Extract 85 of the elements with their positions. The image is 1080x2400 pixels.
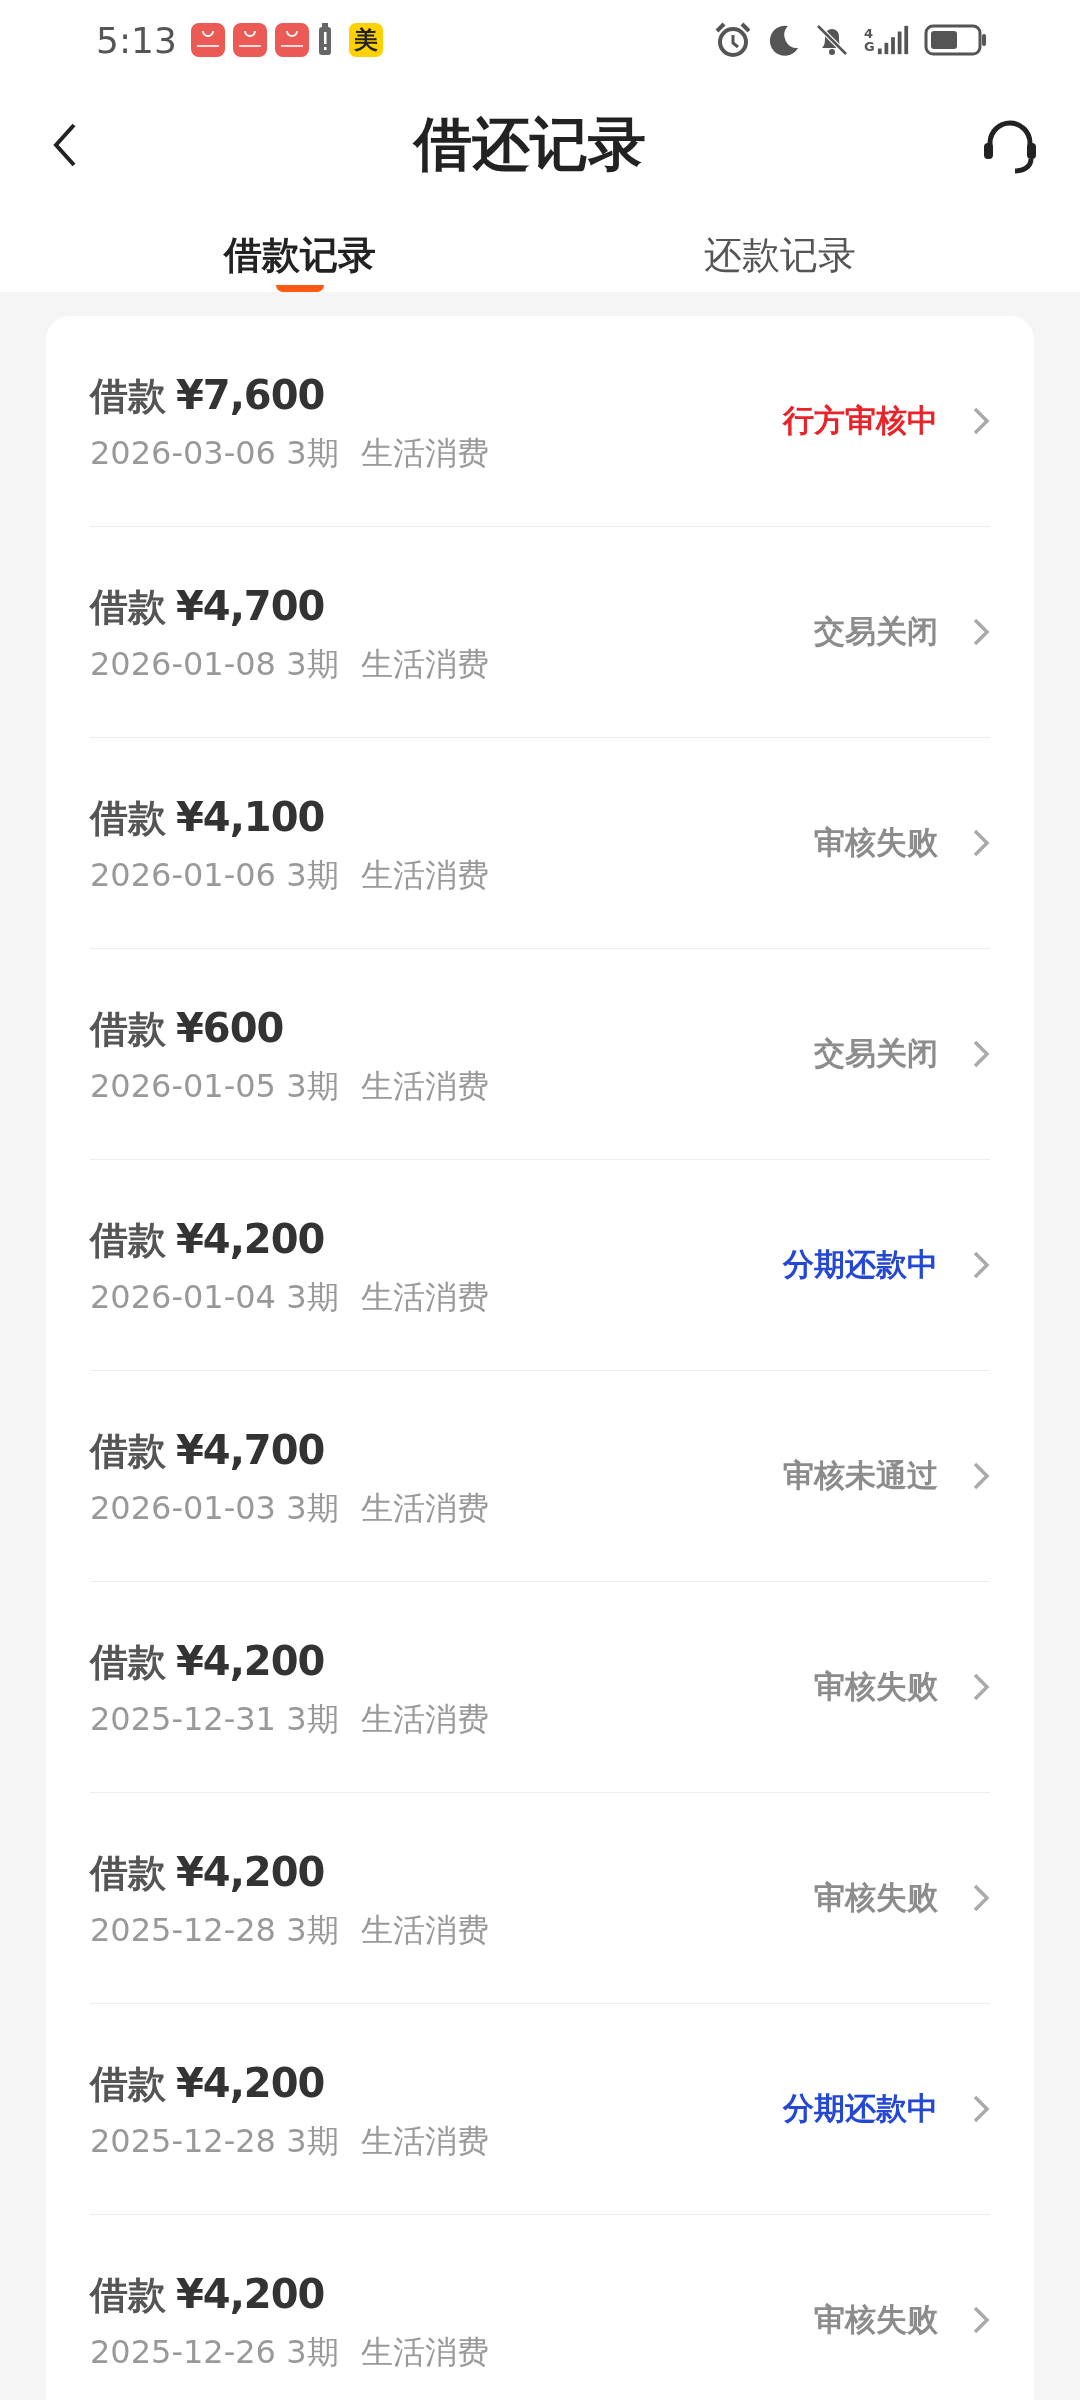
chevron-right-icon <box>972 1039 990 1069</box>
loan-status: 分期还款中 <box>783 2089 938 2128</box>
chevron-right-icon <box>972 1461 990 1491</box>
loan-record-row[interactable]: 借款 ¥4,700 2026-01-08 3期 生活消费 交易关闭 <box>90 527 990 738</box>
loan-purpose: 生活消费 <box>360 1487 489 1529</box>
loan-status: 交易关闭 <box>814 612 938 651</box>
loan-amount: ¥4,700 <box>176 582 325 629</box>
loan-purpose: 生活消费 <box>360 1065 489 1107</box>
alarm-icon <box>714 21 752 59</box>
loan-purpose: 生活消费 <box>360 1276 489 1318</box>
loan-amount: ¥600 <box>176 1004 284 1051</box>
loan-status: 交易关闭 <box>814 1034 938 1073</box>
loan-date-term: 2026-01-04 3期 <box>90 1276 339 1318</box>
battery-alert-icon <box>316 23 333 57</box>
loan-purpose: 生活消费 <box>360 1909 489 1951</box>
loan-record-row[interactable]: 借款 ¥4,100 2026-01-06 3期 生活消费 审核失败 <box>90 738 990 949</box>
network-type: 4G <box>864 27 876 53</box>
loan-label: 借款 <box>90 1216 166 1264</box>
loan-date-term: 2026-01-06 3期 <box>90 854 339 896</box>
loan-record-row[interactable]: 借款 ¥4,200 2025-12-28 3期 生活消费 分期还款中 <box>90 2004 990 2215</box>
shopping-bag-icon <box>232 23 267 57</box>
loan-amount: ¥4,200 <box>176 2270 325 2317</box>
loan-record-row[interactable]: 借款 ¥7,600 2026-03-06 3期 生活消费 行方审核中 <box>90 316 990 527</box>
loan-record-row[interactable]: 借款 ¥4,200 2025-12-26 3期 生活消费 审核失败 <box>90 2215 990 2400</box>
loan-status: 审核失败 <box>814 2300 938 2339</box>
loan-status: 审核失败 <box>814 1878 938 1917</box>
loan-record-row[interactable]: 借款 ¥4,200 2026-01-04 3期 生活消费 分期还款中 <box>90 1160 990 1371</box>
chevron-right-icon <box>972 617 990 647</box>
loan-label: 借款 <box>90 1427 166 1475</box>
loan-amount: ¥4,200 <box>176 1215 325 1262</box>
loan-label: 借款 <box>90 583 166 631</box>
loan-status: 分期还款中 <box>783 1245 938 1284</box>
loan-date-term: 2025-12-28 3期 <box>90 2120 339 2162</box>
tab[interactable]: 还款记录 <box>704 230 856 281</box>
loan-label: 借款 <box>90 794 166 842</box>
loan-date-term: 2025-12-26 3期 <box>90 2331 339 2373</box>
loan-date-term: 2026-01-05 3期 <box>90 1065 339 1107</box>
page-title: 借还记录 <box>411 109 647 180</box>
loan-amount: ¥4,100 <box>176 793 325 840</box>
loan-amount: ¥4,700 <box>176 1426 325 1473</box>
loan-amount: ¥4,200 <box>176 1637 325 1684</box>
shopping-bag-icon <box>274 23 309 57</box>
loan-record-row[interactable]: 借款 ¥600 2026-01-05 3期 生活消费 交易关闭 <box>90 949 990 1160</box>
loan-date-term: 2026-01-08 3期 <box>90 643 339 685</box>
chevron-right-icon <box>972 2305 990 2335</box>
loan-label: 借款 <box>90 1849 166 1897</box>
loan-record-row[interactable]: 借款 ¥4,200 2025-12-28 3期 生活消费 审核失败 <box>90 1793 990 2004</box>
app-notification-icon: 美 <box>348 23 383 57</box>
battery-icon <box>924 23 988 57</box>
loan-purpose: 生活消费 <box>360 432 489 474</box>
loan-purpose: 生活消费 <box>360 643 489 685</box>
loan-purpose: 生活消费 <box>360 1698 489 1740</box>
signal-icon <box>876 23 910 57</box>
shopping-bag-icon <box>190 23 225 57</box>
chevron-right-icon <box>972 1250 990 1280</box>
loan-date-term: 2026-03-06 3期 <box>90 432 339 474</box>
chevron-right-icon <box>972 2094 990 2124</box>
loan-status: 审核未通过 <box>783 1456 938 1495</box>
clock-time: 5:13 <box>96 19 177 61</box>
tab-indicator <box>276 285 324 292</box>
loan-label: 借款 <box>90 2271 166 2319</box>
loan-status: 审核失败 <box>814 823 938 862</box>
loan-status: 审核失败 <box>814 1667 938 1706</box>
chevron-right-icon <box>972 828 990 858</box>
loan-purpose: 生活消费 <box>360 2120 489 2162</box>
loan-date-term: 2025-12-28 3期 <box>90 1909 339 1951</box>
chevron-right-icon <box>972 406 990 436</box>
loan-amount: ¥7,600 <box>176 371 325 418</box>
loan-status: 行方审核中 <box>783 401 938 440</box>
loan-date-term: 2026-01-03 3期 <box>90 1487 339 1529</box>
loan-amount: ¥4,200 <box>176 1848 325 1895</box>
loan-record-row[interactable]: 借款 ¥4,200 2025-12-31 3期 生活消费 审核失败 <box>90 1582 990 1793</box>
loan-amount: ¥4,200 <box>176 2059 325 2106</box>
loan-label: 借款 <box>90 2060 166 2108</box>
chevron-right-icon <box>972 1883 990 1913</box>
loan-purpose: 生活消费 <box>360 2331 489 2373</box>
loan-record-row[interactable]: 借款 ¥4,700 2026-01-03 3期 生活消费 审核未通过 <box>90 1371 990 1582</box>
loan-label: 借款 <box>90 1638 166 1686</box>
tab[interactable]: 借款记录 <box>224 230 376 281</box>
chevron-right-icon <box>972 1672 990 1702</box>
loan-label: 借款 <box>90 1005 166 1053</box>
loan-purpose: 生活消费 <box>360 854 489 896</box>
muted-bell-icon <box>814 22 850 58</box>
loan-label: 借款 <box>90 372 166 420</box>
loan-date-term: 2025-12-31 3期 <box>90 1698 339 1740</box>
